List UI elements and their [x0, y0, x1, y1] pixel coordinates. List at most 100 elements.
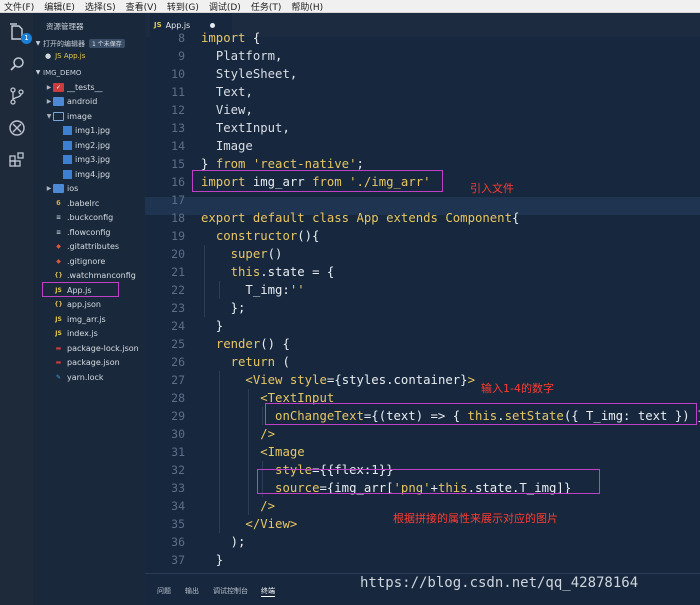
- tree-item-label: .buckconfig: [67, 213, 114, 223]
- tree-item[interactable]: img3.jpg: [33, 153, 145, 168]
- tree-item[interactable]: б .babelrc: [33, 196, 145, 211]
- menu-goto[interactable]: 转到(G): [167, 0, 199, 13]
- image-file-icon: [63, 140, 72, 150]
- tree-item[interactable]: ≡ .flowconfig: [33, 225, 145, 240]
- tree-item[interactable]: ▬ package-lock.json: [33, 341, 145, 356]
- tree-item-label: app.json: [67, 300, 101, 310]
- npm-file-icon: ▬: [55, 359, 62, 367]
- tree-item[interactable]: ◆ .gitattributes: [33, 240, 145, 255]
- tree-item[interactable]: ✎ yarn.lock: [33, 370, 145, 385]
- tree-item[interactable]: img4.jpg: [33, 167, 145, 182]
- chevron-down-icon: ▼: [46, 112, 52, 120]
- panel-tab-problems[interactable]: 问题: [157, 586, 171, 596]
- tree-item-label: ios: [67, 184, 79, 194]
- tree-item-label: .gitignore: [67, 256, 106, 266]
- import-note: 引入文件: [470, 182, 514, 195]
- json-file-icon: {}: [54, 301, 63, 309]
- dirty-dot-icon: ●: [45, 52, 52, 61]
- editor-area: JS App.js 8 9 10 11 12 13 14 15 16 17 18…: [145, 13, 700, 605]
- tree-item-label: .gitattributes: [67, 242, 120, 252]
- tree-item[interactable]: ▬ package.json: [33, 356, 145, 371]
- search-icon[interactable]: [6, 53, 27, 74]
- tree-item-label: package-lock.json: [67, 343, 139, 353]
- folder-icon: [53, 97, 64, 107]
- open-editors-label: 打开的编辑器: [43, 39, 85, 48]
- tree-item-label: __tests__: [67, 82, 103, 92]
- folder-open-icon: [53, 111, 64, 121]
- watermark: https://blog.csdn.net/qq_42878164: [360, 575, 639, 591]
- tree-item[interactable]: JS index.js: [33, 327, 145, 342]
- menu-selection[interactable]: 选择(S): [85, 0, 116, 13]
- js-file-icon: JS: [55, 330, 62, 338]
- source-highlight-box: [257, 469, 600, 494]
- yarn-file-icon: ✎: [55, 373, 62, 381]
- indent-guide: [219, 281, 220, 299]
- menu-tasks[interactable]: 任务(T): [251, 0, 282, 13]
- image-file-icon: [63, 126, 72, 136]
- debug-icon[interactable]: [6, 117, 27, 138]
- source-control-icon[interactable]: [6, 85, 27, 106]
- menu-debug[interactable]: 调试(D): [209, 0, 241, 13]
- tree-item-label: img2.jpg: [75, 140, 111, 150]
- tree-item-label: .watchmanconfig: [67, 271, 136, 281]
- tree-item[interactable]: ◆ .gitignore: [33, 254, 145, 269]
- import-highlight-box: [192, 170, 443, 192]
- unsaved-dot-icon[interactable]: [210, 22, 216, 28]
- input-note: 输入1-4的数字: [481, 382, 554, 395]
- chevron-down-icon: ▼: [35, 40, 41, 47]
- menu-bar: 文件(F) 编辑(E) 选择(S) 查看(V) 转到(G) 调试(D) 任务(T…: [0, 0, 700, 13]
- tree-item[interactable]: {} app.json: [33, 298, 145, 313]
- tree-item[interactable]: ▶ ✓ __tests__: [33, 80, 145, 95]
- open-editor-app-js[interactable]: ● JS App.js: [33, 49, 145, 64]
- tree-item[interactable]: {} .watchmanconfig: [33, 269, 145, 284]
- panel-tab-output[interactable]: 输出: [185, 586, 199, 596]
- git-file-icon: ◆: [56, 243, 61, 251]
- test-folder-icon: ✓: [53, 82, 64, 92]
- git-file-icon: ◆: [56, 257, 61, 265]
- chevron-right-icon: ▶: [46, 185, 52, 193]
- tree-item-label: .flowconfig: [67, 227, 111, 237]
- tree-item[interactable]: img2.jpg: [33, 138, 145, 153]
- tree-item-label: img4.jpg: [75, 169, 111, 179]
- tree-item-label: package.json: [67, 358, 120, 368]
- tree-item-label: index.js: [67, 329, 98, 339]
- panel-tab-terminal[interactable]: 终端: [261, 586, 275, 597]
- tree-item[interactable]: img1.jpg: [33, 124, 145, 139]
- babel-file-icon: б: [56, 199, 61, 207]
- tree-item-label: img1.jpg: [75, 126, 111, 136]
- image-file-icon: [63, 155, 72, 165]
- indent-guide: [219, 371, 220, 533]
- explorer-panel: 资源管理器 ▼ 打开的编辑器 1 个未保存 ● JS App.js ▼ IMG_…: [33, 13, 145, 605]
- tree-item[interactable]: JS img_arr.js: [33, 312, 145, 327]
- files-icon[interactable]: 1: [6, 21, 32, 44]
- tree-item-label: image: [67, 111, 92, 121]
- onchangetext-highlight-box: [265, 403, 697, 425]
- project-header[interactable]: ▼ IMG_DEMO: [33, 66, 145, 79]
- menu-file[interactable]: 文件(F): [4, 0, 34, 13]
- text-file-icon: ≡: [55, 214, 62, 222]
- menu-help[interactable]: 帮助(H): [291, 0, 323, 13]
- tree-item[interactable]: ≡ .buckconfig: [33, 211, 145, 226]
- menu-view[interactable]: 查看(V): [126, 0, 157, 13]
- chevron-down-icon: ▼: [35, 69, 41, 76]
- indent-guide: [248, 389, 249, 515]
- folder-icon: [53, 184, 64, 194]
- explorer-badge: 1: [21, 33, 32, 44]
- panel-tab-debug-console[interactable]: 调试控制台: [213, 586, 248, 596]
- extensions-icon[interactable]: [6, 149, 27, 170]
- project-name: IMG_DEMO: [43, 68, 82, 77]
- explorer-title: 资源管理器: [46, 22, 84, 31]
- tree-item[interactable]: ▶ android: [33, 95, 145, 110]
- source-note: 根据拼接的属性来展示对应的图片: [393, 512, 558, 525]
- menu-edit[interactable]: 编辑(E): [44, 0, 75, 13]
- js-file-icon: JS: [55, 315, 62, 323]
- open-editor-label: JS App.js: [55, 52, 86, 61]
- tree-item[interactable]: ▶ ios: [33, 182, 145, 197]
- indent-guide: [262, 407, 263, 425]
- tree-item-label: yarn.lock: [67, 372, 104, 382]
- tree-item[interactable]: ▼ image: [33, 109, 145, 124]
- tree-item-label: .babelrc: [67, 198, 100, 208]
- chevron-right-icon: ▶: [46, 98, 52, 106]
- app-js-highlight-box: [42, 282, 119, 297]
- npm-file-icon: ▬: [55, 344, 62, 352]
